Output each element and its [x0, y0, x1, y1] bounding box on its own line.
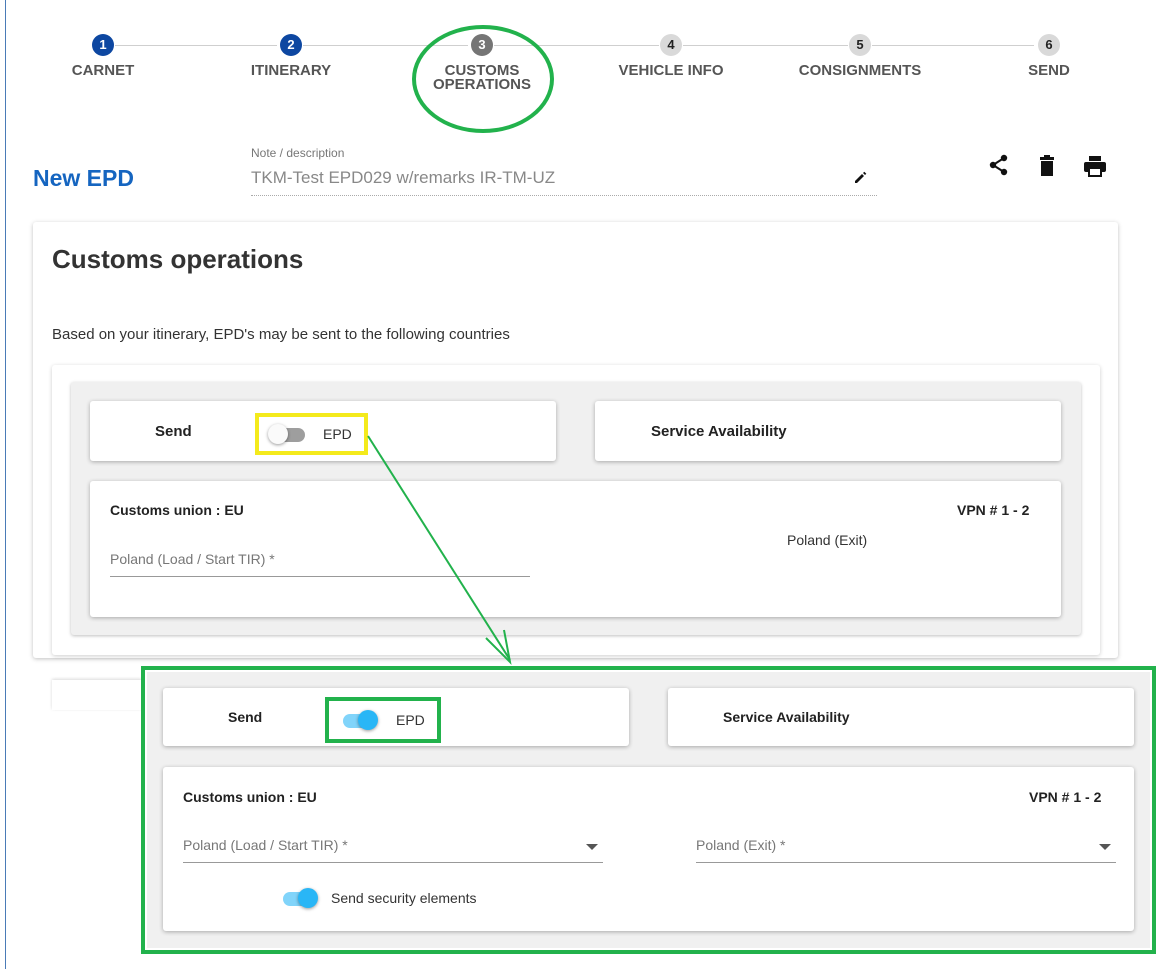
security-elements-label: Send security elements [331, 890, 477, 906]
toggle-knob [298, 888, 318, 908]
chevron-down-icon[interactable] [1099, 844, 1111, 850]
vpn-label: VPN # 1 - 2 [1029, 789, 1102, 805]
customs-union-label: Customs union : EU [183, 789, 317, 805]
security-elements-toggle[interactable] [280, 888, 318, 908]
send-label: Send [228, 709, 263, 725]
field-underline [696, 862, 1116, 863]
exit-office-select[interactable]: Poland (Exit) * [696, 837, 785, 853]
load-office-select[interactable]: Poland (Load / Start TIR) * [183, 837, 348, 853]
field-underline [183, 862, 603, 863]
chevron-down-icon[interactable] [586, 844, 598, 850]
service-availability-label: Service Availability [723, 709, 850, 725]
epd-toggle-highlight [325, 697, 441, 743]
